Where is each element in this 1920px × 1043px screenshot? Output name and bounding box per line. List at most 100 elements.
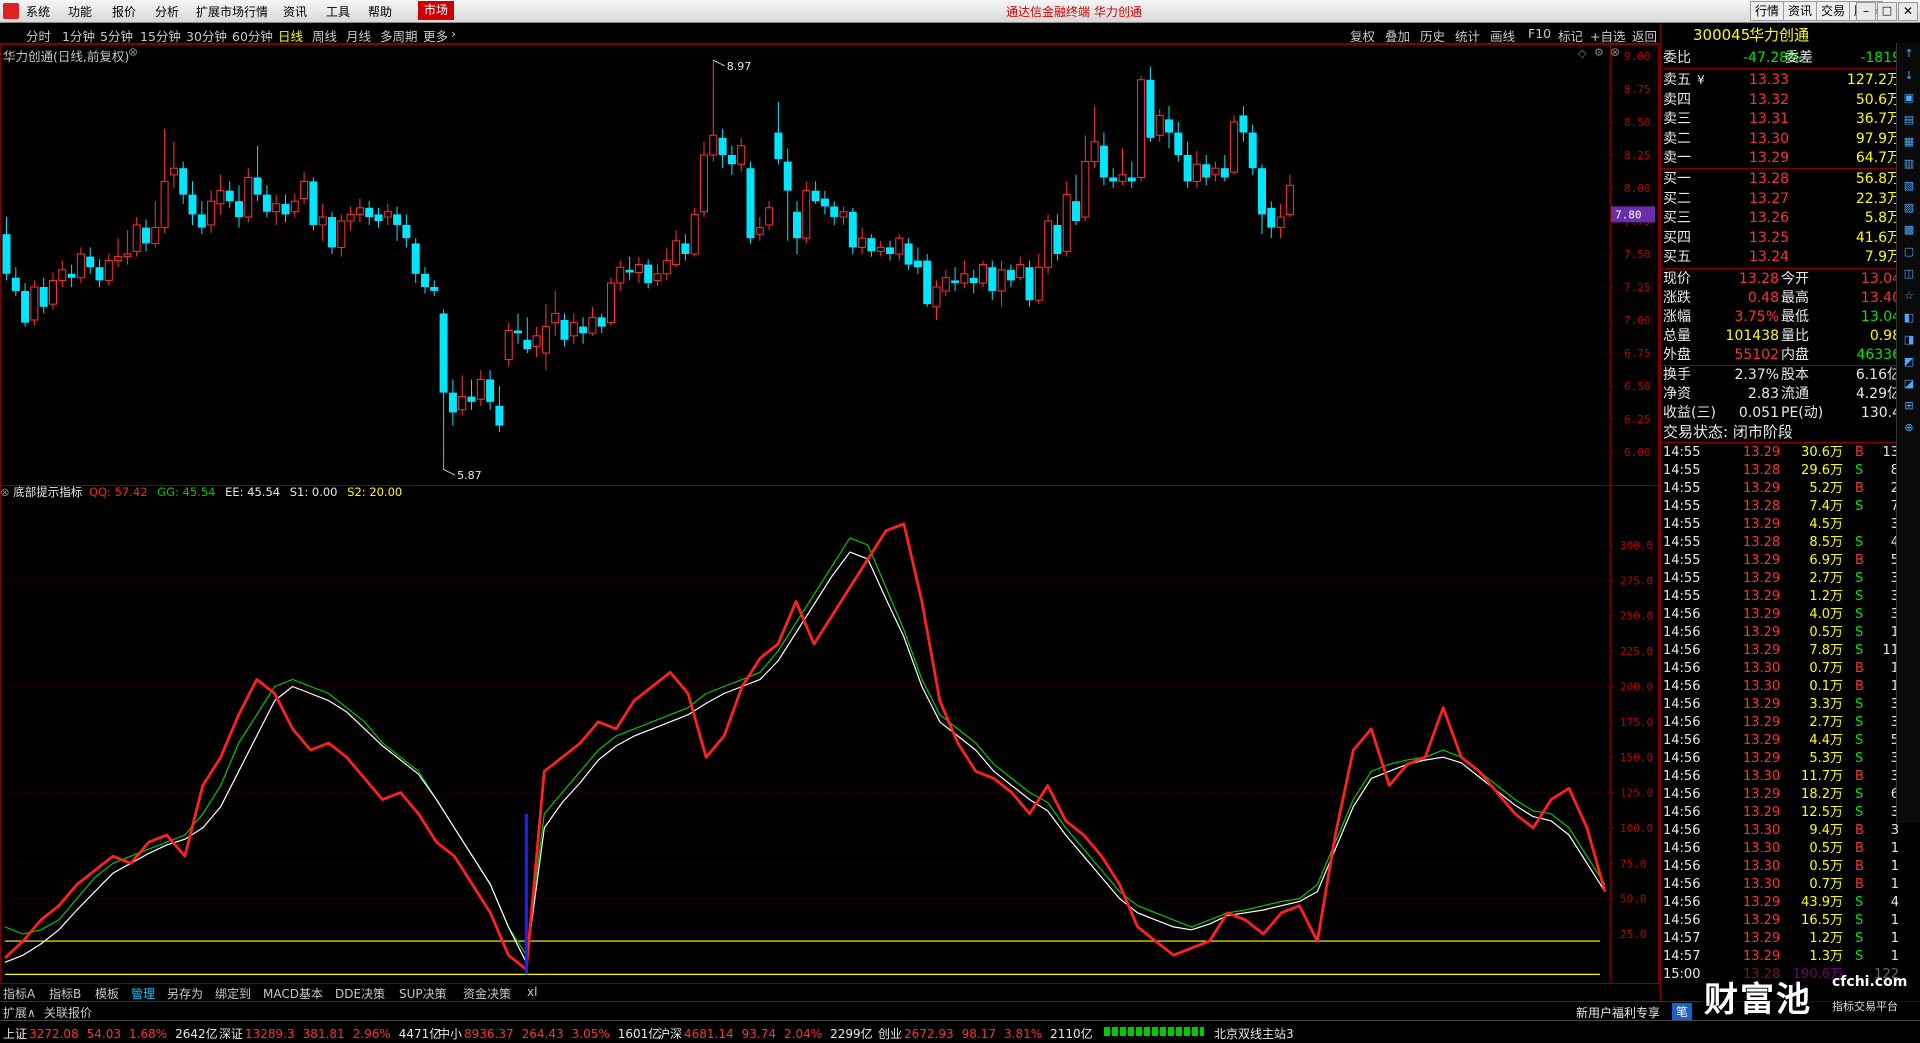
indicator-tab[interactable]: xl [527, 985, 537, 999]
ask-row[interactable]: 卖三 13.31 36.7万 [1663, 110, 1901, 129]
tool-fuquan[interactable]: 复权 [1350, 26, 1375, 45]
ask-row[interactable]: 卖五 ¥13.33 127.2万 [1663, 71, 1901, 90]
compass-icon[interactable]: ⊕ [1900, 421, 1918, 439]
tick-time: 14:55 [1663, 481, 1701, 496]
index-quote[interactable]: 中小 8936.37 264.43 3.05% 1601亿 [438, 1025, 660, 1042]
indicator-tab[interactable]: 绑定到 [215, 985, 251, 1002]
tool-stats[interactable]: 统计 [1455, 26, 1480, 45]
pen-icon[interactable]: ◩ [1900, 355, 1918, 373]
promo-link[interactable]: 新用户福利专享 [1576, 1004, 1660, 1021]
period-15min[interactable]: 15分钟 [140, 26, 181, 45]
candle-up [1090, 141, 1099, 163]
bid-row[interactable]: 买四 13.25 41.6万 [1663, 229, 1901, 248]
calendar-icon[interactable]: ▢ [1900, 245, 1918, 263]
list-icon[interactable]: ▥ [1900, 157, 1918, 175]
menu-item-tools[interactable]: 工具 [326, 3, 350, 20]
menu-item-ext-market[interactable]: 扩展市场行情 [196, 3, 268, 20]
table-icon[interactable]: ▩ [1900, 223, 1918, 241]
bid-row[interactable]: 买一 13.28 56.8万 [1663, 170, 1901, 189]
index-quote[interactable]: 深证 13289.3 381.81 2.96% 4471亿 [219, 1025, 441, 1042]
indicator-tab[interactable]: DDE决策 [335, 985, 385, 1002]
menu-item-system[interactable]: 系统 [26, 3, 50, 20]
tool-overlay[interactable]: 叠加 [1385, 26, 1410, 45]
menu-item-news[interactable]: 资讯 [283, 3, 307, 20]
indicator-tab[interactable]: 管理 [131, 985, 155, 1002]
arrow-up-icon[interactable]: ↑ [1900, 47, 1918, 65]
gear-icon[interactable]: ◨ [1900, 333, 1918, 351]
index-quote[interactable]: 沪深 4681.14 93.74 2.04% 2299亿 [658, 1025, 873, 1042]
tick-volume: 0.5万 [1809, 625, 1843, 640]
indicator-tab[interactable]: 指标B [49, 985, 81, 1002]
index-quote[interactable]: 上证 3272.08 54.03 1.68% 2642亿 [3, 1025, 218, 1042]
grid-icon[interactable]: ▦ [1900, 135, 1918, 153]
menu-item-help[interactable]: 帮助 [368, 3, 392, 20]
server-name[interactable]: 北京双线主站3 [1214, 1025, 1294, 1042]
book-icon[interactable]: ◧ [1900, 311, 1918, 329]
ask-row[interactable]: 卖四 13.32 50.6万 [1663, 91, 1901, 110]
ask-row[interactable]: 卖二 13.30 97.9万 [1663, 130, 1901, 149]
menu-item-quote[interactable]: 报价 [112, 3, 136, 20]
menu-item-function[interactable]: 功能 [68, 3, 92, 20]
indicator-tab[interactable]: SUP决策 [399, 985, 447, 1002]
bid-row[interactable]: 买五 13.24 7.9万 [1663, 248, 1901, 267]
bid-row[interactable]: 买二 13.27 22.3万 [1663, 190, 1901, 209]
close-icon[interactable]: ✕ [1898, 2, 1918, 21]
ask-row[interactable]: 卖一 13.29 64.7万 [1663, 149, 1901, 168]
period-1min[interactable]: 1分钟 [62, 26, 95, 45]
maximize-icon[interactable]: □ [1877, 2, 1897, 21]
minimize-icon[interactable]: – [1856, 2, 1876, 21]
tick-price: 13.30 [1743, 841, 1781, 856]
menu-item-analysis[interactable]: 分析 [155, 3, 179, 20]
period-5min[interactable]: 5分钟 [100, 26, 133, 45]
bid-row[interactable]: 买三 13.26 5.8万 [1663, 209, 1901, 228]
period-multi[interactable]: 多周期 [380, 26, 418, 45]
star-icon[interactable]: ☆ [1900, 289, 1918, 307]
low-label: 5.87 [457, 469, 482, 482]
trade-button[interactable]: 交易 [1816, 1, 1851, 21]
index-quote[interactable]: 创业 2672.93 98.17 3.81% 2110亿 [878, 1025, 1093, 1042]
indicator-tab[interactable]: 模板 [95, 985, 119, 1002]
index-change: 93.74 [741, 1027, 776, 1041]
candle-up [755, 227, 764, 235]
tool-history[interactable]: 历史 [1420, 26, 1445, 45]
candle-up [588, 316, 597, 334]
flag-icon[interactable]: ◪ [1900, 377, 1918, 395]
chevron-right-icon[interactable]: › [451, 26, 456, 41]
window-icon[interactable]: ▣ [1900, 91, 1918, 109]
market-tab[interactable]: 市场 [418, 1, 455, 20]
indicator-tab[interactable]: 指标A [3, 985, 35, 1002]
bars-icon[interactable]: ▧ [1900, 179, 1918, 197]
candle-up [318, 216, 327, 226]
tick-row: 14:56 13.30 0.1万 B 1 [1663, 678, 1899, 696]
link-icon[interactable]: ⊞ [1900, 399, 1918, 417]
tool-add-watch[interactable]: +自选 [1590, 26, 1625, 45]
extend-toggle[interactable]: 扩展∧ [3, 1004, 36, 1021]
tool-f10[interactable]: F10 [1528, 26, 1551, 41]
candle-up [290, 200, 299, 213]
arrow-down-icon[interactable]: ↓ [1900, 69, 1918, 87]
kline-chart[interactable]: 9.008.758.508.258.007.757.507.257.006.75… [0, 44, 1660, 984]
tool-draw[interactable]: 画线 [1490, 26, 1515, 45]
bi-button[interactable]: 笔 [1672, 1003, 1693, 1020]
indicator-tab[interactable]: 另存为 [167, 985, 203, 1002]
period-30min[interactable]: 30分钟 [186, 26, 227, 45]
indicator-tab[interactable]: 资金决策 [463, 985, 511, 1002]
period-daily[interactable]: 日线 [278, 26, 303, 45]
period-60min[interactable]: 60分钟 [232, 26, 273, 45]
candle-up [1230, 121, 1239, 173]
news-button[interactable]: 资讯 [1783, 1, 1818, 21]
tool-mark[interactable]: 标记 [1558, 26, 1583, 45]
related-quote-link[interactable]: 关联报价 [44, 1004, 92, 1021]
period-weekly[interactable]: 周线 [312, 26, 337, 45]
layers-icon[interactable]: ▨ [1900, 201, 1918, 219]
price-axis-label: 7.00 [1624, 314, 1651, 327]
candle-down [421, 273, 429, 287]
people-icon[interactable]: ◫ [1900, 267, 1918, 285]
period-monthly[interactable]: 月线 [346, 26, 371, 45]
period-more[interactable]: 更多 [423, 26, 448, 45]
tool-back[interactable]: 返回 [1632, 26, 1657, 45]
indicator-tab[interactable]: MACD基本 [263, 985, 323, 1002]
period-fenshi[interactable]: 分时 [26, 26, 51, 45]
quote-button[interactable]: 行情 [1750, 1, 1785, 21]
chart-icon[interactable]: ▤ [1900, 113, 1918, 131]
